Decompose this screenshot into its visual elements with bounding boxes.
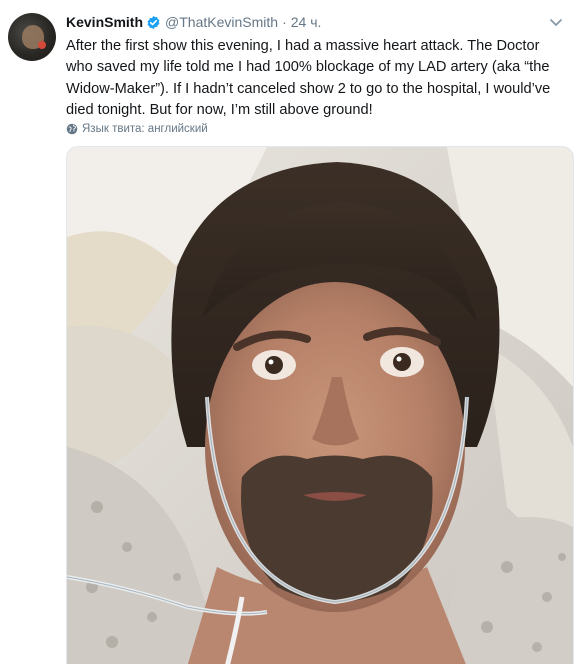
author-display-name[interactable]: KevinSmith	[66, 14, 143, 30]
photo-illustration	[67, 147, 573, 664]
tweet-card: KevinSmith @ThatKevinSmith · 24 ч. After…	[0, 0, 578, 664]
chevron-down-icon[interactable]	[548, 14, 564, 30]
tweet-language-label: Язык твита: английский	[82, 123, 208, 135]
tweet-timestamp[interactable]: 24 ч.	[291, 14, 322, 30]
tweet-photo[interactable]	[66, 146, 574, 664]
header-separator: ·	[282, 14, 287, 30]
verified-badge-icon	[147, 15, 160, 29]
avatar[interactable]	[8, 13, 56, 61]
globe-icon	[66, 123, 78, 135]
tweet-header: KevinSmith @ThatKevinSmith · 24 ч.	[66, 12, 321, 32]
avatar-accent	[38, 41, 46, 49]
author-handle[interactable]: @ThatKevinSmith	[165, 14, 278, 30]
tweet-language-row[interactable]: Язык твита: английский	[66, 121, 208, 137]
tweet-text: After the first show this evening, I had…	[66, 38, 551, 118]
